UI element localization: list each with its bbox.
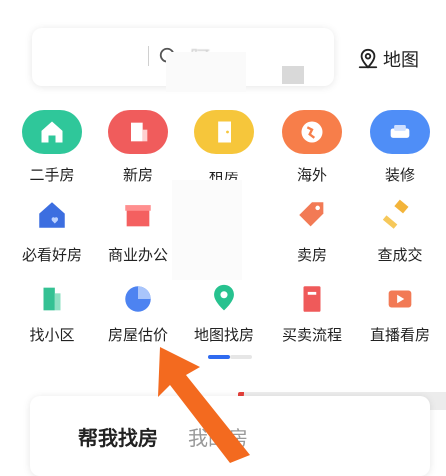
- house-heart-icon: [39, 202, 65, 228]
- map-label: 地图: [383, 50, 419, 71]
- tab-find-house[interactable]: 帮我找房: [78, 422, 158, 451]
- house-icon: [22, 110, 82, 154]
- shop-icon: [125, 205, 151, 227]
- community-icon: [43, 287, 61, 311]
- grid-item-label: 地图找房: [193, 326, 254, 344]
- grid-item-label: 查成交: [377, 246, 423, 264]
- grid-item-label: 买卖流程: [281, 326, 342, 344]
- sofa-icon: [370, 110, 430, 154]
- video-icon: [388, 290, 412, 308]
- grid-item-label: 房屋估价: [107, 326, 168, 344]
- blurred-region: [282, 66, 304, 84]
- book-icon: [303, 286, 321, 312]
- map-pin-outline-icon: [358, 48, 378, 69]
- grid-item-label: 海外: [296, 166, 327, 184]
- grid-item-label: 必看好房: [21, 246, 82, 264]
- globe-icon: [282, 110, 342, 154]
- door-icon: [194, 110, 254, 154]
- gavel-icon: [383, 199, 409, 229]
- grid-item-label: 装修: [384, 166, 415, 184]
- map-button[interactable]: 地图: [357, 46, 419, 72]
- pointer-arrow-icon: [158, 347, 250, 463]
- pie-chart-icon: [125, 286, 151, 312]
- grid-item-label: 直播看房: [369, 326, 430, 344]
- grid-item-label: 找小区: [29, 326, 75, 344]
- tag-icon: [299, 202, 324, 227]
- search-divider: [148, 46, 149, 66]
- map-pin-icon: [214, 284, 234, 311]
- grid-item-label: 卖房: [296, 246, 327, 264]
- building-icon: [108, 110, 168, 154]
- grid-item-label: 二手房: [29, 166, 75, 184]
